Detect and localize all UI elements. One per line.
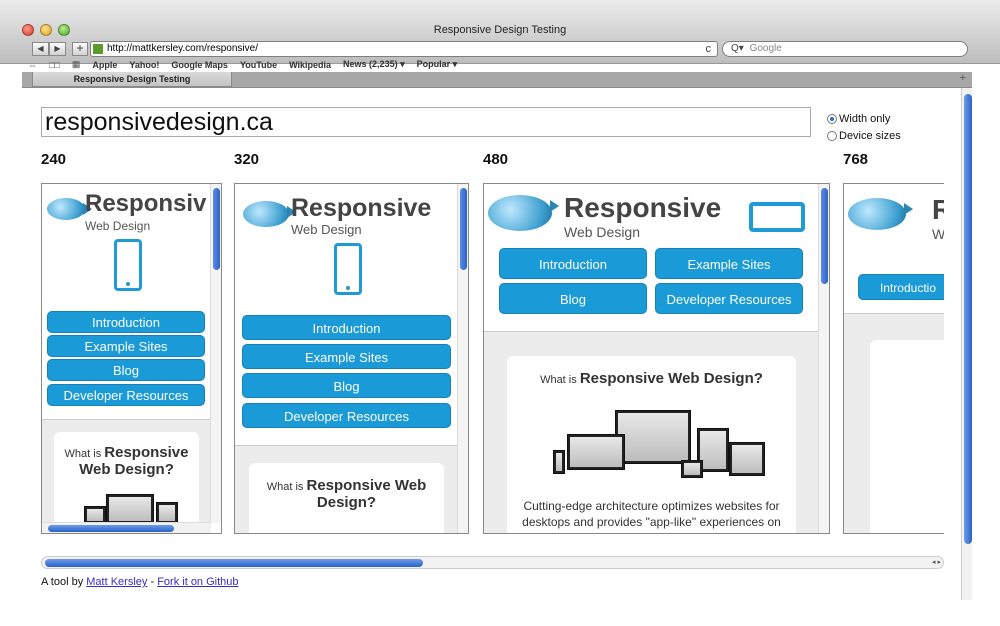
frame-vertical-scrollbar[interactable] (457, 184, 468, 533)
pufferfish-logo-icon (848, 198, 913, 230)
option-label: Device sizes (839, 129, 901, 142)
back-button[interactable]: ◀ (32, 42, 49, 56)
nav-blog[interactable]: Blog (499, 283, 647, 314)
width-label-768: 768 (843, 151, 869, 168)
window-title: Responsive Design Testing (433, 24, 567, 36)
logo-title: Responsive (564, 192, 722, 223)
width-label-240: 240 (41, 151, 67, 168)
bookmark-item[interactable]: Popular ▾ (417, 59, 458, 70)
nav-example-sites[interactable]: Example Sites (47, 335, 205, 357)
reload-icon[interactable]: c (706, 42, 712, 56)
nav-developer-resources[interactable]: Developer Resources (47, 384, 205, 406)
bookmark-item[interactable]: News (2,235) ▾ (343, 59, 405, 70)
nav-introduction[interactable]: Introduction (242, 315, 451, 340)
nav-developer-resources[interactable]: Developer Resources (242, 403, 451, 428)
devices-image (553, 408, 765, 483)
frame-vertical-scrollbar[interactable] (818, 184, 829, 533)
radio-checked-icon[interactable] (827, 113, 837, 124)
bookmark-item[interactable]: Yahoo! (129, 60, 159, 70)
page-vertical-scrollbar[interactable] (961, 88, 972, 600)
logo-title: Responsiv (85, 190, 207, 217)
phone-icon (334, 243, 362, 295)
search-placeholder: Google (749, 43, 782, 54)
forward-button[interactable]: ▶ (49, 42, 66, 56)
nav-introduction[interactable]: Introduction (47, 311, 205, 333)
bookmark-item[interactable]: YouTube (240, 60, 277, 70)
new-tab-icon[interactable]: + (960, 72, 966, 84)
option-width-only[interactable]: Width only (827, 110, 901, 127)
pufferfish-logo-icon (243, 201, 296, 227)
address-bar[interactable]: http://mattkersley.com/responsive/ c (90, 41, 718, 57)
nav-example-sites[interactable]: Example Sites (242, 344, 451, 369)
frame-vertical-scrollbar[interactable] (210, 184, 221, 523)
option-device-sizes[interactable]: Device sizes (827, 127, 901, 144)
radio-unchecked-icon[interactable] (827, 130, 837, 141)
bookmarks-bar: ⇔ □□ ▦ Apple Yahoo! Google Maps YouTube … (28, 59, 457, 70)
github-link[interactable]: Fork it on Github (157, 576, 238, 588)
scroll-thumb[interactable] (45, 559, 423, 567)
favicon-icon (93, 44, 103, 54)
preview-frame-240[interactable]: Responsiv Web Design Introduction Exampl… (41, 183, 222, 534)
phone-icon (114, 239, 142, 291)
nav-introduction[interactable]: Introductio (858, 274, 944, 300)
address-text: http://mattkersley.com/responsive/ (107, 43, 258, 54)
author-link[interactable]: Matt Kersley (86, 576, 147, 588)
logo-title: R (932, 194, 944, 226)
width-label-320: 320 (234, 151, 260, 168)
page-horizontal-scrollbar[interactable]: ◂ ▸ (41, 556, 944, 569)
devices-image (76, 494, 186, 523)
preview-frame-768[interactable]: R W Introductio (843, 183, 944, 534)
title-bar: Responsive Design Testing ◀ ▶ + http://m… (0, 0, 1000, 70)
tablet-icon (749, 202, 805, 232)
search-field[interactable]: Q▾ Google (722, 41, 968, 57)
search-icon: Q▾ (731, 43, 744, 54)
pufferfish-logo-icon (47, 198, 92, 220)
bookmarks-book-icon[interactable]: □□ (49, 60, 60, 70)
nav-developer-resources[interactable]: Developer Resources (655, 283, 803, 314)
scroll-thumb[interactable] (964, 94, 972, 544)
scroll-arrows-icon[interactable]: ◂ ▸ (932, 558, 941, 566)
preview-frame-320[interactable]: Responsive Web Design Introduction Examp… (234, 183, 469, 534)
bookmark-item[interactable]: Google Maps (171, 60, 228, 70)
reader-icon[interactable]: ⇔ (28, 60, 37, 70)
mode-options: Width only Device sizes (827, 110, 901, 144)
add-bookmark-button[interactable]: + (72, 42, 88, 56)
question-heading: What is Responsive Web Design? (266, 477, 427, 511)
footer: A tool by Matt Kersley - Fork it on Gith… (41, 576, 239, 588)
logo-subtitle: Web Design (564, 224, 641, 240)
preview-frame-480[interactable]: Responsive Web Design Introduction Examp… (483, 183, 830, 534)
site-url-input[interactable]: responsivedesign.ca (41, 107, 811, 137)
question-heading: What is Responsive Web Design? (64, 444, 189, 478)
bookmark-item[interactable]: Wikipedia (289, 60, 331, 70)
tab-bar: Responsive Design Testing + (22, 72, 972, 88)
nav-example-sites[interactable]: Example Sites (655, 248, 803, 279)
nav-introduction[interactable]: Introduction (499, 248, 647, 279)
nav-buttons: ◀ ▶ (32, 42, 66, 56)
browser-window: Responsive Design Testing ◀ ▶ + http://m… (0, 0, 1000, 626)
frame-horizontal-scrollbar[interactable] (42, 522, 211, 533)
question-heading: What is Responsive Web Design? (540, 370, 763, 387)
option-label: Width only (839, 112, 891, 125)
nav-blog[interactable]: Blog (47, 359, 205, 381)
width-label-480: 480 (483, 151, 509, 168)
top-sites-grid-icon[interactable]: ▦ (72, 59, 81, 70)
bookmark-item[interactable]: Apple (92, 60, 117, 70)
logo-subtitle: W (932, 226, 944, 242)
intro-paragraph: Cutting-edge architecture optimizes webs… (522, 499, 781, 533)
logo-title: Responsive (291, 194, 432, 222)
pufferfish-logo-icon (488, 195, 559, 231)
logo-subtitle: Web Design (291, 222, 362, 237)
tab-responsive-design-testing[interactable]: Responsive Design Testing (32, 72, 232, 87)
nav-blog[interactable]: Blog (242, 373, 451, 398)
logo-subtitle: Web Design (85, 219, 151, 233)
